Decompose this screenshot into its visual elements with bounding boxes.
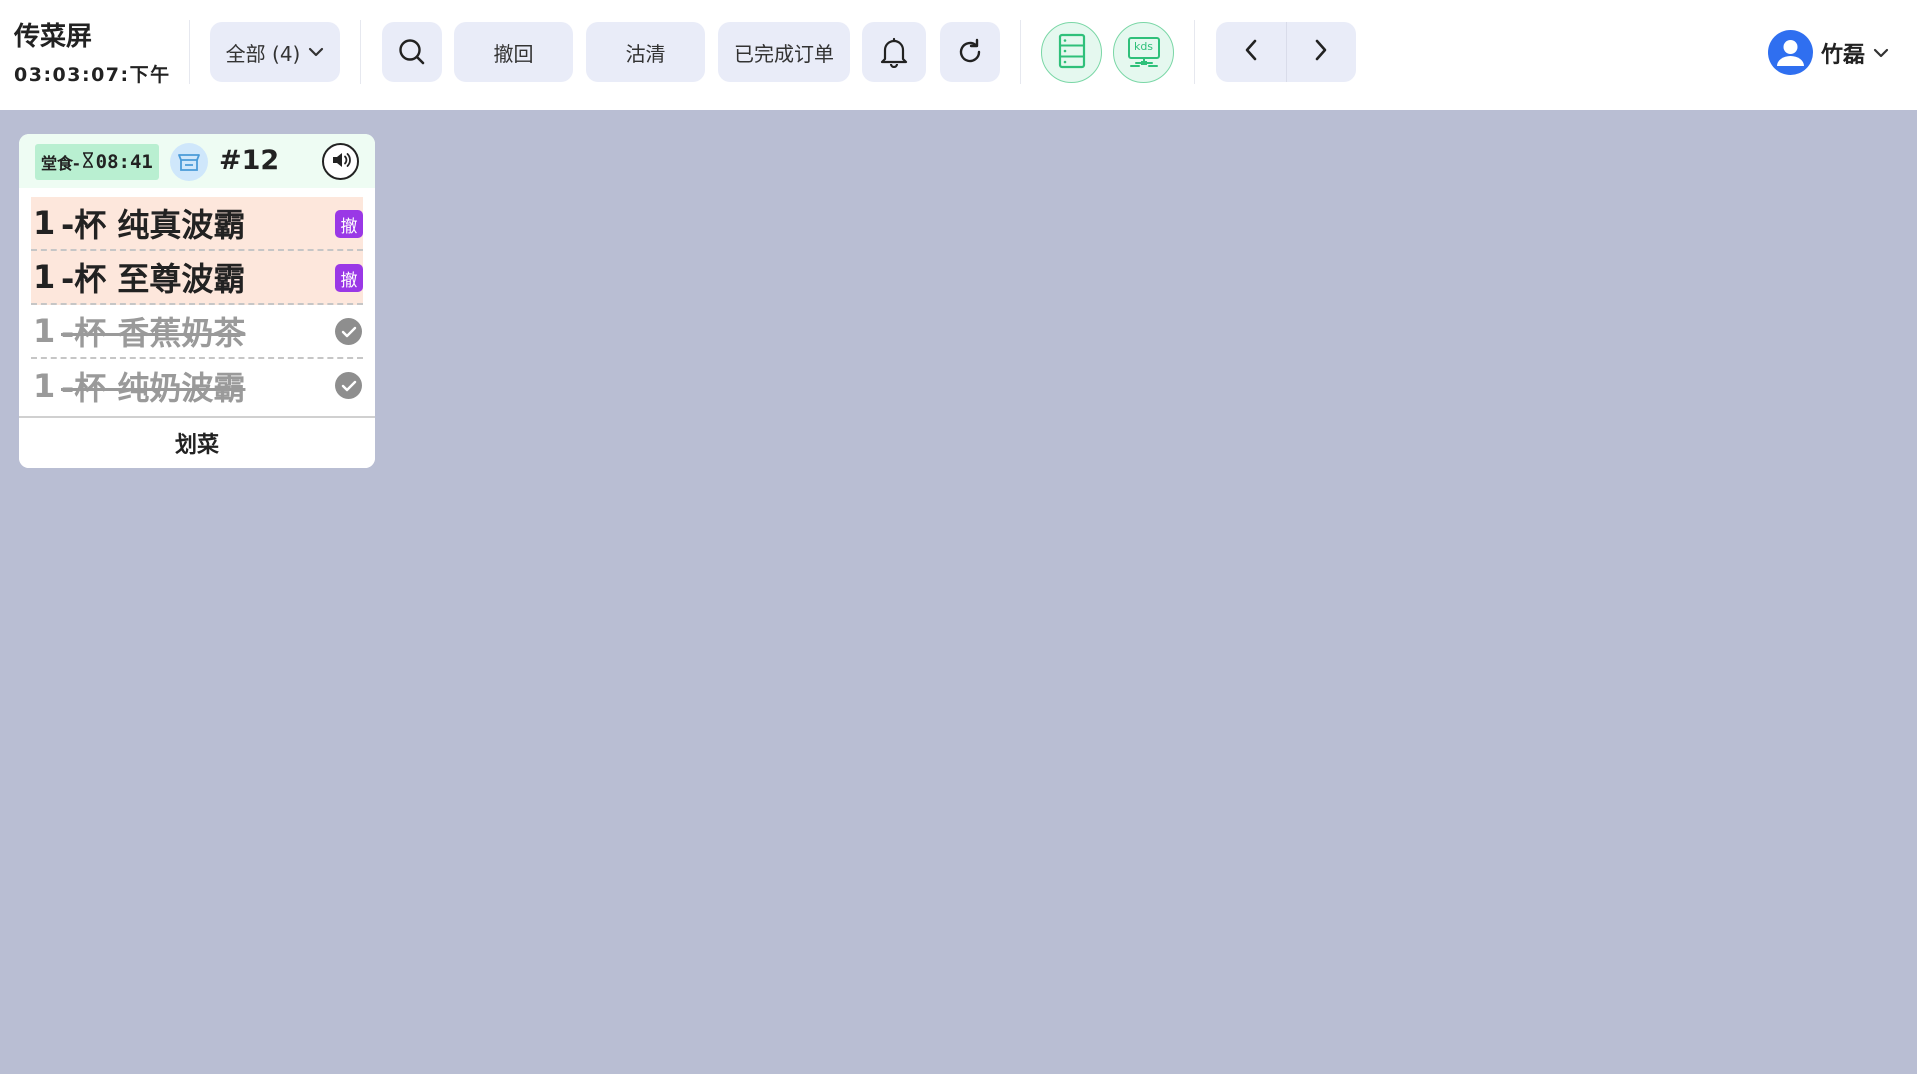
revoke-tag[interactable]: 撤 <box>335 210 363 238</box>
chevron-down-icon <box>308 47 324 57</box>
list-item[interactable]: 1 -杯 香蕉奶茶 <box>31 305 363 359</box>
item-name: -杯 纯真波霸 <box>61 206 246 244</box>
revoke-button[interactable]: 撤回 <box>454 22 573 82</box>
next-page-button[interactable] <box>1287 22 1357 82</box>
chevron-right-icon <box>1313 38 1329 66</box>
serve-dish-button[interactable]: 划菜 <box>19 416 375 468</box>
dine-type-label: 堂食- <box>41 154 80 173</box>
page-title: 传菜屏 <box>14 22 93 52</box>
hourglass-icon <box>82 152 94 172</box>
order-card-header: 堂食- 08:41 #12 <box>19 134 375 188</box>
user-name: 竹磊 <box>1821 42 1866 68</box>
completed-orders-button[interactable]: 已完成订单 <box>718 22 850 82</box>
user-menu[interactable]: 竹磊 <box>1768 30 1889 75</box>
bell-icon <box>879 36 909 68</box>
item-name: -杯 纯奶波霸 <box>61 369 246 407</box>
list-item[interactable]: 1 -杯 至尊波霸 撤 <box>31 251 363 305</box>
server-icon <box>1057 33 1087 73</box>
filter-label: 全部 (4) <box>225 41 301 66</box>
check-circle-icon <box>335 318 362 345</box>
revoke-tag[interactable]: 撤 <box>335 264 363 292</box>
item-qty: 1 <box>33 367 56 405</box>
toolbar-divider <box>1194 20 1195 84</box>
dine-type-badge: 堂食- 08:41 <box>35 144 159 180</box>
list-item[interactable]: 1 -杯 纯真波霸 撤 <box>31 197 363 251</box>
refresh-icon <box>955 37 985 67</box>
kds-monitor-icon: kds <box>1127 36 1161 70</box>
item-qty: 1 <box>33 258 56 296</box>
chevron-down-icon <box>1873 43 1889 62</box>
notification-button[interactable] <box>862 22 926 82</box>
order-number: #12 <box>219 145 280 176</box>
chevron-left-icon <box>1243 38 1259 66</box>
clock-display: 03:03:07:下午 <box>14 64 171 86</box>
toolbar-divider <box>189 20 190 84</box>
filter-dropdown[interactable]: 全部 (4) <box>210 22 340 82</box>
store-icon <box>170 143 208 181</box>
top-toolbar: 传菜屏 03:03:07:下午 全部 (4) 撤回 沽清 已完成订单 kds 竹… <box>0 0 1917 110</box>
toolbar-divider <box>1020 20 1021 84</box>
item-qty: 1 <box>33 312 56 350</box>
item-qty: 1 <box>33 204 56 242</box>
announce-button[interactable] <box>322 143 359 180</box>
item-name: -杯 香蕉奶茶 <box>61 314 246 352</box>
order-timer: 08:41 <box>95 151 153 173</box>
item-name: -杯 至尊波霸 <box>61 260 246 298</box>
speaker-icon <box>330 150 352 174</box>
prev-page-button[interactable] <box>1216 22 1286 82</box>
search-icon <box>397 37 427 67</box>
avatar-icon <box>1768 30 1813 75</box>
check-circle-icon <box>335 372 362 399</box>
order-items-list: 1 -杯 纯真波霸 撤 1 -杯 至尊波霸 撤 1 -杯 香蕉奶茶 1 -杯 纯… <box>31 197 363 413</box>
order-card[interactable]: 堂食- 08:41 #12 1 -杯 纯真波霸 撤 1 -杯 至尊波霸 撤 1 … <box>19 134 375 468</box>
search-button[interactable] <box>382 22 442 82</box>
kds-label: kds <box>1133 39 1154 53</box>
soldout-button[interactable]: 沽清 <box>586 22 705 82</box>
kds-display-button[interactable]: kds <box>1113 22 1174 83</box>
page-navigation <box>1216 22 1356 82</box>
list-item[interactable]: 1 -杯 纯奶波霸 <box>31 359 363 413</box>
refresh-button[interactable] <box>940 22 1000 82</box>
brand-block: 传菜屏 03:03:07:下午 <box>14 22 171 87</box>
server-status-button[interactable] <box>1041 22 1102 83</box>
toolbar-divider <box>360 20 361 84</box>
